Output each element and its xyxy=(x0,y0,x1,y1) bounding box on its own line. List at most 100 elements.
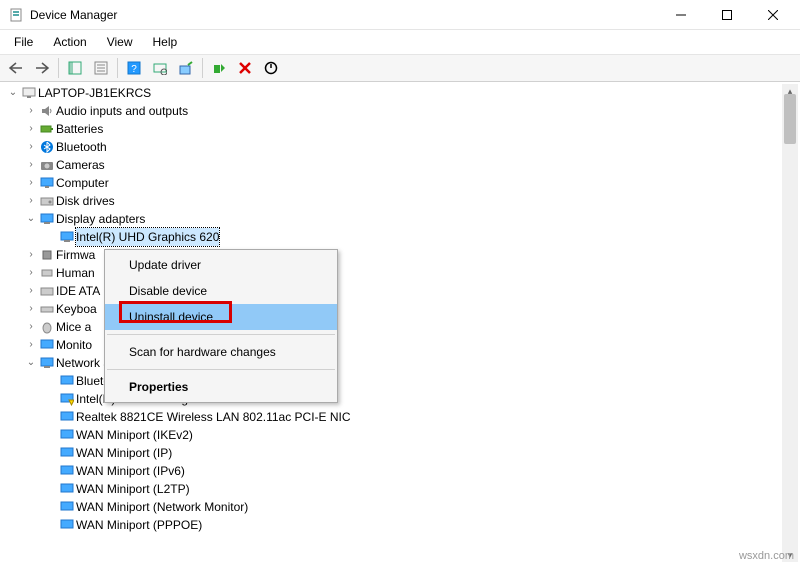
toolbar: ? xyxy=(0,54,800,82)
tree-label: Firmwa xyxy=(56,246,95,264)
ctx-uninstall-device[interactable]: Uninstall device xyxy=(105,304,337,330)
ctx-properties[interactable]: Properties xyxy=(105,374,337,400)
chip-icon xyxy=(38,247,56,263)
minimize-button[interactable] xyxy=(658,0,704,30)
expand-icon[interactable]: › xyxy=(24,246,38,264)
expand-icon[interactable]: › xyxy=(24,120,38,138)
tree-label: Bluetooth xyxy=(56,138,107,156)
disable-button[interactable] xyxy=(259,56,283,80)
tree-label: Realtek 8821CE Wireless LAN 802.11ac PCI… xyxy=(76,408,351,426)
tree-label: Cameras xyxy=(56,156,105,174)
tree-label: WAN Miniport (IKEv2) xyxy=(76,426,193,444)
tree-display-child[interactable]: Intel(R) UHD Graphics 620 xyxy=(4,228,782,246)
ctx-update-driver[interactable]: Update driver xyxy=(105,252,337,278)
watermark: wsxdn.com xyxy=(739,550,794,562)
tree-batteries[interactable]: › Batteries xyxy=(4,120,782,138)
tree-label: Computer xyxy=(56,174,109,192)
camera-icon xyxy=(38,157,56,173)
network-adapter-icon xyxy=(58,517,76,533)
collapse-icon[interactable]: ⌄ xyxy=(6,84,20,102)
tree-root[interactable]: ⌄ LAPTOP-JB1EKRCS xyxy=(4,84,782,102)
tree-cameras[interactable]: › Cameras xyxy=(4,156,782,174)
tree-display[interactable]: ⌄ Display adapters xyxy=(4,210,782,228)
tree-net-l2tp[interactable]: WAN Miniport (L2TP) xyxy=(4,480,782,498)
update-driver-button[interactable] xyxy=(174,56,198,80)
expand-icon[interactable]: › xyxy=(24,264,38,282)
expand-icon[interactable]: › xyxy=(24,318,38,336)
display-icon xyxy=(38,211,56,227)
ctx-disable-device[interactable]: Disable device xyxy=(105,278,337,304)
scrollbar-thumb[interactable] xyxy=(784,94,796,144)
disk-icon xyxy=(38,193,56,209)
expand-icon[interactable]: › xyxy=(24,336,38,354)
expand-icon[interactable]: › xyxy=(24,156,38,174)
titlebar: Device Manager xyxy=(0,0,800,30)
back-button[interactable] xyxy=(4,56,28,80)
expand-icon[interactable]: › xyxy=(24,282,38,300)
svg-text:?: ? xyxy=(131,64,137,75)
network-adapter-icon xyxy=(58,427,76,443)
window-title: Device Manager xyxy=(30,8,117,22)
ctx-scan-hardware[interactable]: Scan for hardware changes xyxy=(105,339,337,365)
tree-net-realtek[interactable]: Realtek 8821CE Wireless LAN 802.11ac PCI… xyxy=(4,408,782,426)
help-button[interactable]: ? xyxy=(122,56,146,80)
show-hide-tree-button[interactable] xyxy=(63,56,87,80)
enable-button[interactable] xyxy=(207,56,231,80)
context-menu-separator xyxy=(107,334,335,335)
toolbar-separator xyxy=(117,58,118,78)
tree-net-pppoe[interactable]: WAN Miniport (PPPOE) xyxy=(4,516,782,534)
hid-icon xyxy=(38,265,56,281)
tree-net-ip[interactable]: WAN Miniport (IP) xyxy=(4,444,782,462)
menu-file[interactable]: File xyxy=(6,33,41,51)
tree-label: Monito xyxy=(56,336,92,354)
tree-label: Audio inputs and outputs xyxy=(56,102,188,120)
tree-label: Human xyxy=(56,264,95,282)
forward-button[interactable] xyxy=(30,56,54,80)
network-adapter-icon xyxy=(58,373,76,389)
tree-label: IDE ATA xyxy=(56,282,100,300)
tree-net-ikev2[interactable]: WAN Miniport (IKEv2) xyxy=(4,426,782,444)
mouse-icon xyxy=(38,319,56,335)
vertical-scrollbar[interactable]: ▴ ▾ xyxy=(782,84,798,562)
tree-label: Keyboa xyxy=(56,300,97,318)
expand-icon[interactable]: › xyxy=(24,138,38,156)
menu-help[interactable]: Help xyxy=(145,33,186,51)
computer-icon xyxy=(20,85,38,101)
tree-label: Display adapters xyxy=(56,210,145,228)
expand-icon[interactable]: › xyxy=(24,300,38,318)
uninstall-button[interactable] xyxy=(233,56,257,80)
tree-net-monitor[interactable]: WAN Miniport (Network Monitor) xyxy=(4,498,782,516)
network-adapter-icon xyxy=(58,481,76,497)
display-icon xyxy=(58,229,76,245)
maximize-button[interactable] xyxy=(704,0,750,30)
ide-icon xyxy=(38,283,56,299)
expand-icon[interactable]: › xyxy=(24,192,38,210)
tree-label: WAN Miniport (L2TP) xyxy=(76,480,190,498)
menu-view[interactable]: View xyxy=(99,33,141,51)
toolbar-separator xyxy=(58,58,59,78)
tree-audio[interactable]: › Audio inputs and outputs xyxy=(4,102,782,120)
expand-icon[interactable]: › xyxy=(24,102,38,120)
network-adapter-icon xyxy=(58,445,76,461)
battery-icon xyxy=(38,121,56,137)
collapse-icon[interactable]: ⌄ xyxy=(24,210,38,228)
scan-button[interactable] xyxy=(148,56,172,80)
collapse-icon[interactable]: ⌄ xyxy=(24,354,38,372)
menubar: File Action View Help xyxy=(0,30,800,54)
tree-label: WAN Miniport (IP) xyxy=(76,444,172,462)
tree-label: LAPTOP-JB1EKRCS xyxy=(38,84,151,102)
properties-button[interactable] xyxy=(89,56,113,80)
network-adapter-icon xyxy=(58,409,76,425)
menu-action[interactable]: Action xyxy=(45,33,94,51)
tree-net-ipv6[interactable]: WAN Miniport (IPv6) xyxy=(4,462,782,480)
expand-icon[interactable]: › xyxy=(24,174,38,192)
monitor-icon xyxy=(38,337,56,353)
tree-disk[interactable]: ›Disk drives xyxy=(4,192,782,210)
network-adapter-icon xyxy=(58,499,76,515)
network-adapter-warn-icon xyxy=(58,391,76,407)
close-button[interactable] xyxy=(750,0,796,30)
tree-computer[interactable]: › Computer xyxy=(4,174,782,192)
tree-label: Batteries xyxy=(56,120,103,138)
app-icon xyxy=(8,7,24,23)
tree-bluetooth[interactable]: › Bluetooth xyxy=(4,138,782,156)
